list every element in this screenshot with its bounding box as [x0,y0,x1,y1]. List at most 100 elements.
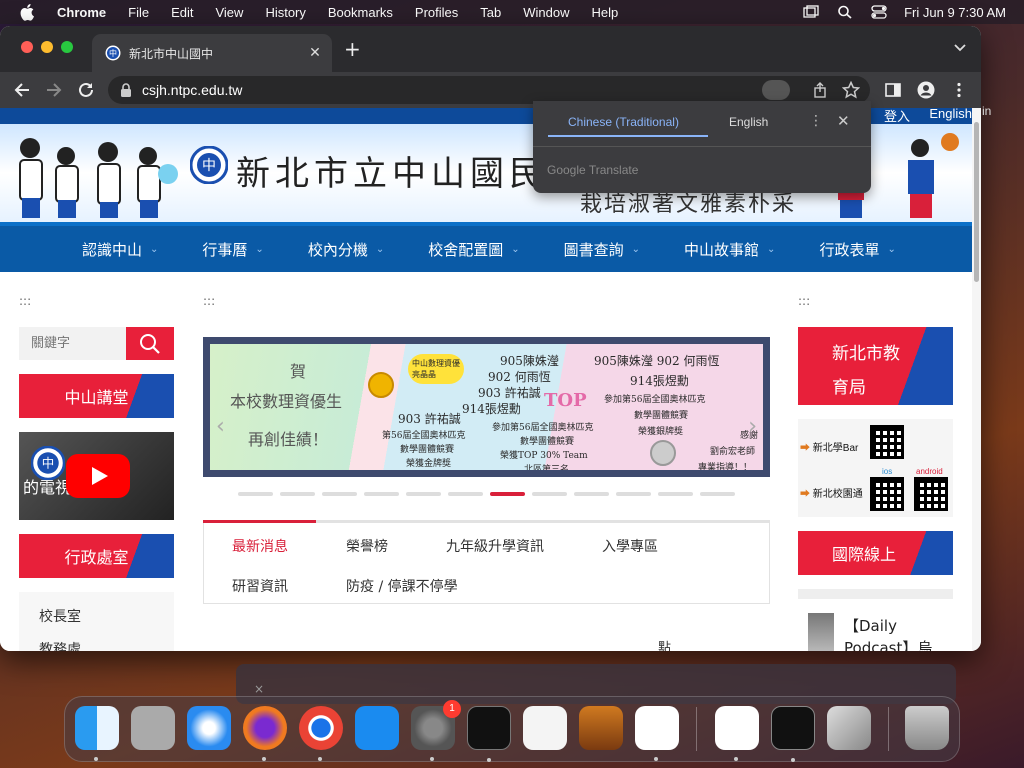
system-preferences-icon[interactable]: 1 [411,700,461,761]
english-link[interactable]: English [929,108,972,121]
tab-enrollment[interactable]: 入學專區 [602,536,658,556]
menu-edit[interactable]: Edit [160,5,204,20]
slider-dot[interactable] [364,492,399,496]
translate-source-tab[interactable]: Chinese (Traditional) [568,115,679,129]
new-tab-button[interactable]: + [344,39,361,59]
nav-library[interactable]: 圖書查詢 ⌄ [564,239,640,260]
slider-dot[interactable] [448,492,483,496]
slide-next-arrow-icon[interactable]: › [748,414,757,439]
vscode-icon[interactable] [635,706,679,761]
garageband-icon[interactable] [579,706,623,750]
slider-dot[interactable] [406,492,441,496]
close-tab-icon[interactable]: ✕ [307,45,323,61]
slider-dot[interactable] [322,492,357,496]
edu-bureau-link[interactable]: 新北市教 育局 [798,327,953,405]
window-switch-icon[interactable] [803,5,819,19]
minimize-window-button[interactable] [41,41,53,53]
menu-view[interactable]: View [204,5,254,20]
search-input[interactable] [19,327,126,360]
url-text[interactable]: csjh.ntpc.edu.tw [142,82,242,98]
slider-dot[interactable] [532,492,567,496]
nav-about[interactable]: 認識中山 ⌄ [82,239,158,260]
terminal-icon[interactable] [467,706,511,762]
tab-search-chevron-icon[interactable] [953,41,967,55]
bookmark-star-icon[interactable] [842,81,860,99]
youtube-play-icon[interactable] [66,454,130,498]
nav-extensions[interactable]: 校內分機 ⌄ [308,239,384,260]
slider-dot[interactable] [616,492,651,496]
nav-campus-map[interactable]: 校舍配置圖 ⌄ [428,239,519,260]
zoom-window-button[interactable] [61,41,73,53]
slider-dot[interactable] [700,492,735,496]
section-admin-header[interactable]: 行政處室 [19,534,174,578]
image-slider[interactable]: 賀 本校數理資優生 再創佳績！ 中山數理資優 亮晶晶 905陳姝瀅 902 何雨… [203,337,770,477]
tab-latest-news[interactable]: 最新消息 [232,536,288,556]
scrollbar-thumb[interactable] [974,122,979,282]
slider-dot[interactable] [574,492,609,496]
nav-calendar[interactable]: 行事曆 ⌄ [202,239,263,260]
chrome-menu-icon[interactable] [950,81,968,99]
finder-icon[interactable] [75,706,119,761]
side-panel-icon[interactable] [884,81,902,99]
slider-dot[interactable] [658,492,693,496]
apple-icon[interactable] [18,3,36,21]
app-store-icon[interactable] [355,706,399,750]
login-link[interactable]: 登入 [884,108,910,125]
forward-arrow-icon[interactable] [45,81,63,99]
office-academic[interactable]: 教務處 [39,639,117,651]
office-principal[interactable]: 校長室 [39,606,117,639]
menu-bookmarks[interactable]: Bookmarks [317,5,404,20]
translate-target-tab[interactable]: English [729,115,768,129]
reload-icon[interactable] [77,81,95,99]
slide-prev-arrow-icon[interactable]: ‹ [216,414,225,439]
slider-dot[interactable] [490,492,525,496]
app-qr-codes[interactable]: ➡ 新北學Bar ➡ 新北校園通 ios android [798,419,953,517]
section-intl-header[interactable]: 國際線上 [798,531,953,575]
translate-icon[interactable] [762,80,790,100]
menu-file[interactable]: File [117,5,160,20]
profile-avatar-icon[interactable] [917,81,935,99]
tab-grade9-admission[interactable]: 九年級升學資訊 [446,536,544,556]
close-window-button[interactable] [21,41,33,53]
menu-history[interactable]: History [254,5,316,20]
slider-dot[interactable] [280,492,315,496]
launchpad-icon[interactable] [131,706,175,750]
share-icon[interactable] [812,82,828,98]
slider-dot[interactable] [238,492,273,496]
qr-code-icon [870,477,904,511]
translate-options-icon[interactable]: ⋮ [809,113,823,129]
tab-training-info[interactable]: 研習資訊 [232,576,288,596]
safari-icon[interactable] [187,706,231,750]
transmit-icon[interactable] [827,706,871,750]
page-scrollbar[interactable] [972,108,981,651]
news-item-fragment[interactable]: 點 [658,637,671,651]
search-button[interactable] [126,327,174,360]
tab-honor-roll[interactable]: 榮譽榜 [346,536,388,556]
lock-icon[interactable] [120,83,132,97]
nav-story-hall[interactable]: 中山故事館 ⌄ [684,239,775,260]
menu-tab[interactable]: Tab [469,5,512,20]
menu-help[interactable]: Help [581,5,630,20]
video-thumbnail[interactable]: 中 的電視國日常 [19,432,174,520]
menu-clock[interactable]: Fri Jun 9 7:30 AM [904,5,1006,20]
browser-tab[interactable]: 中 新北市中山國中 ✕ [92,34,332,72]
menu-window[interactable]: Window [512,5,580,20]
firefox-icon[interactable] [243,706,287,761]
chrome-icon[interactable] [299,706,343,761]
trash-icon[interactable] [905,706,949,750]
address-bar[interactable]: csjh.ntpc.edu.tw [108,76,870,104]
spotlight-search-icon[interactable] [837,5,853,19]
translate-close-icon[interactable]: ✕ [837,112,850,130]
section-lecture-header[interactable]: 中山講堂 [19,374,174,418]
control-center-icon[interactable] [871,5,887,19]
activity-monitor-icon[interactable] [771,706,815,762]
tab-pandemic[interactable]: 防疫 / 停課不停學 [346,576,458,596]
back-arrow-icon[interactable] [13,81,31,99]
visual-studio-icon[interactable] [715,706,759,761]
podcast-item[interactable]: 【Daily Podcast】烏 [798,589,953,651]
nav-admin-forms[interactable]: 行政表單 ⌄ [819,239,895,260]
background-window-close-icon[interactable]: × [254,682,264,696]
menu-app-name[interactable]: Chrome [46,5,117,20]
menu-profiles[interactable]: Profiles [404,5,469,20]
textedit-icon[interactable] [523,706,567,750]
